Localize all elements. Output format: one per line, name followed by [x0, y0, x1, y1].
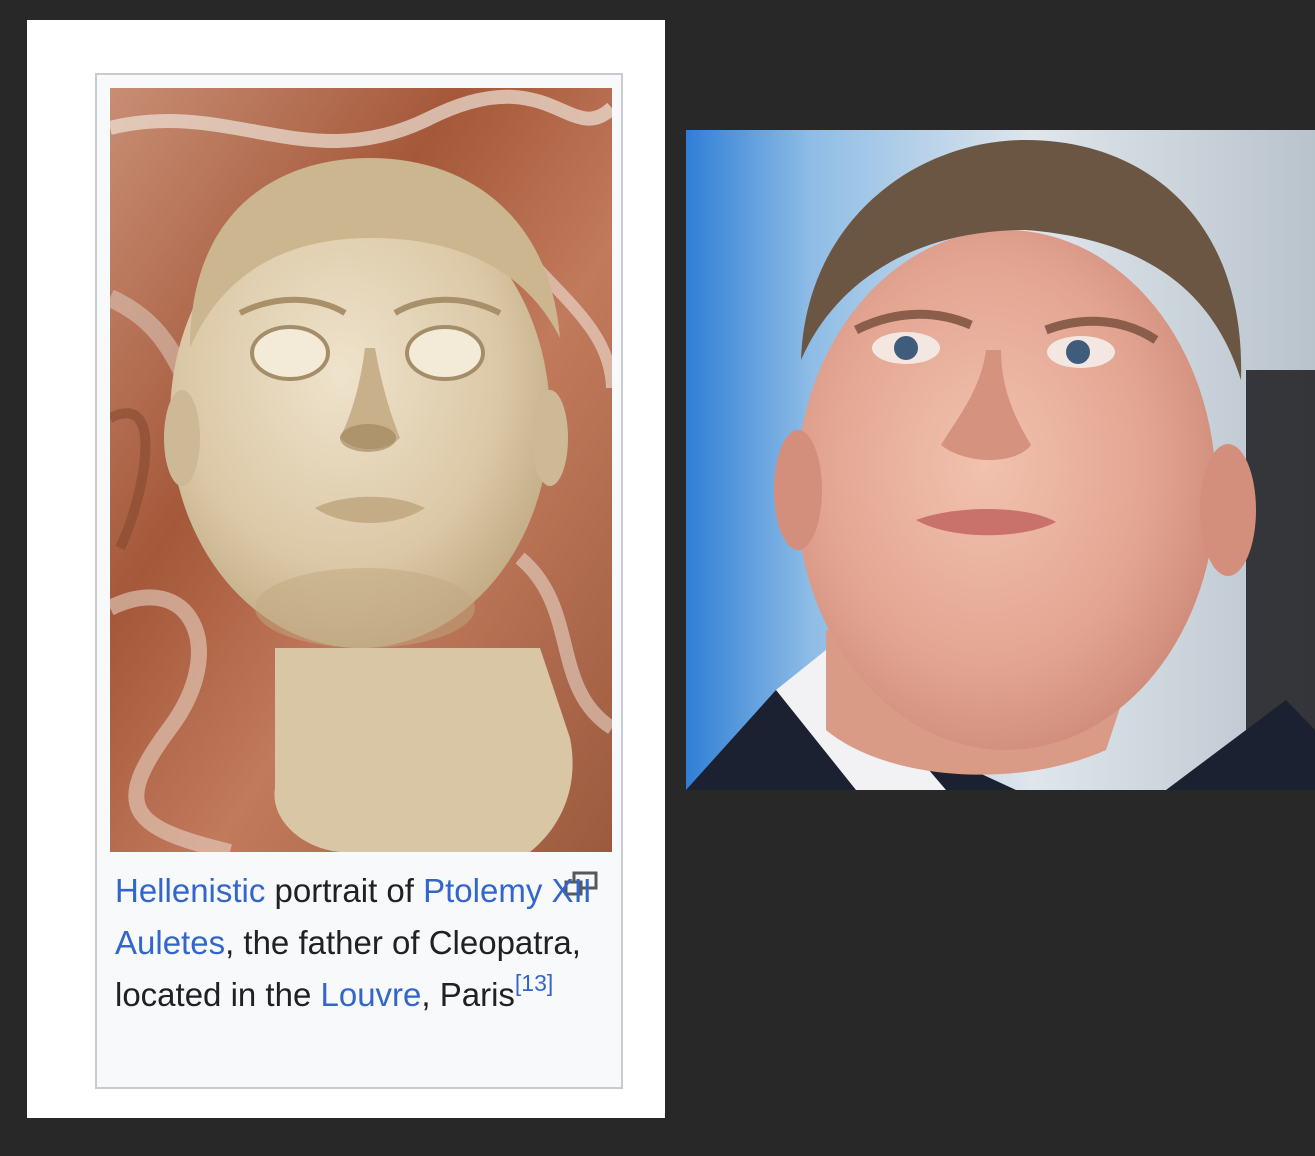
link-louvre[interactable]: Louvre — [320, 976, 421, 1013]
portrait-photo — [686, 130, 1315, 790]
thumbnail-caption: Hellenistic portrait of Ptolemy XII Aule… — [115, 865, 605, 1021]
link-hellenistic[interactable]: Hellenistic — [115, 872, 265, 909]
caption-text-portrait: portrait of — [265, 872, 424, 909]
wiki-thumbnail: Hellenistic portrait of Ptolemy XII Aule… — [95, 73, 623, 1089]
caption-text-paris: , Paris — [421, 976, 515, 1013]
wiki-panel: Hellenistic portrait of Ptolemy XII Aule… — [27, 20, 665, 1118]
thumbnail-image-bust[interactable] — [110, 88, 612, 852]
reference-link[interactable]: [13] — [515, 970, 553, 996]
page: Hellenistic portrait of Ptolemy XII Aule… — [0, 0, 1315, 1156]
